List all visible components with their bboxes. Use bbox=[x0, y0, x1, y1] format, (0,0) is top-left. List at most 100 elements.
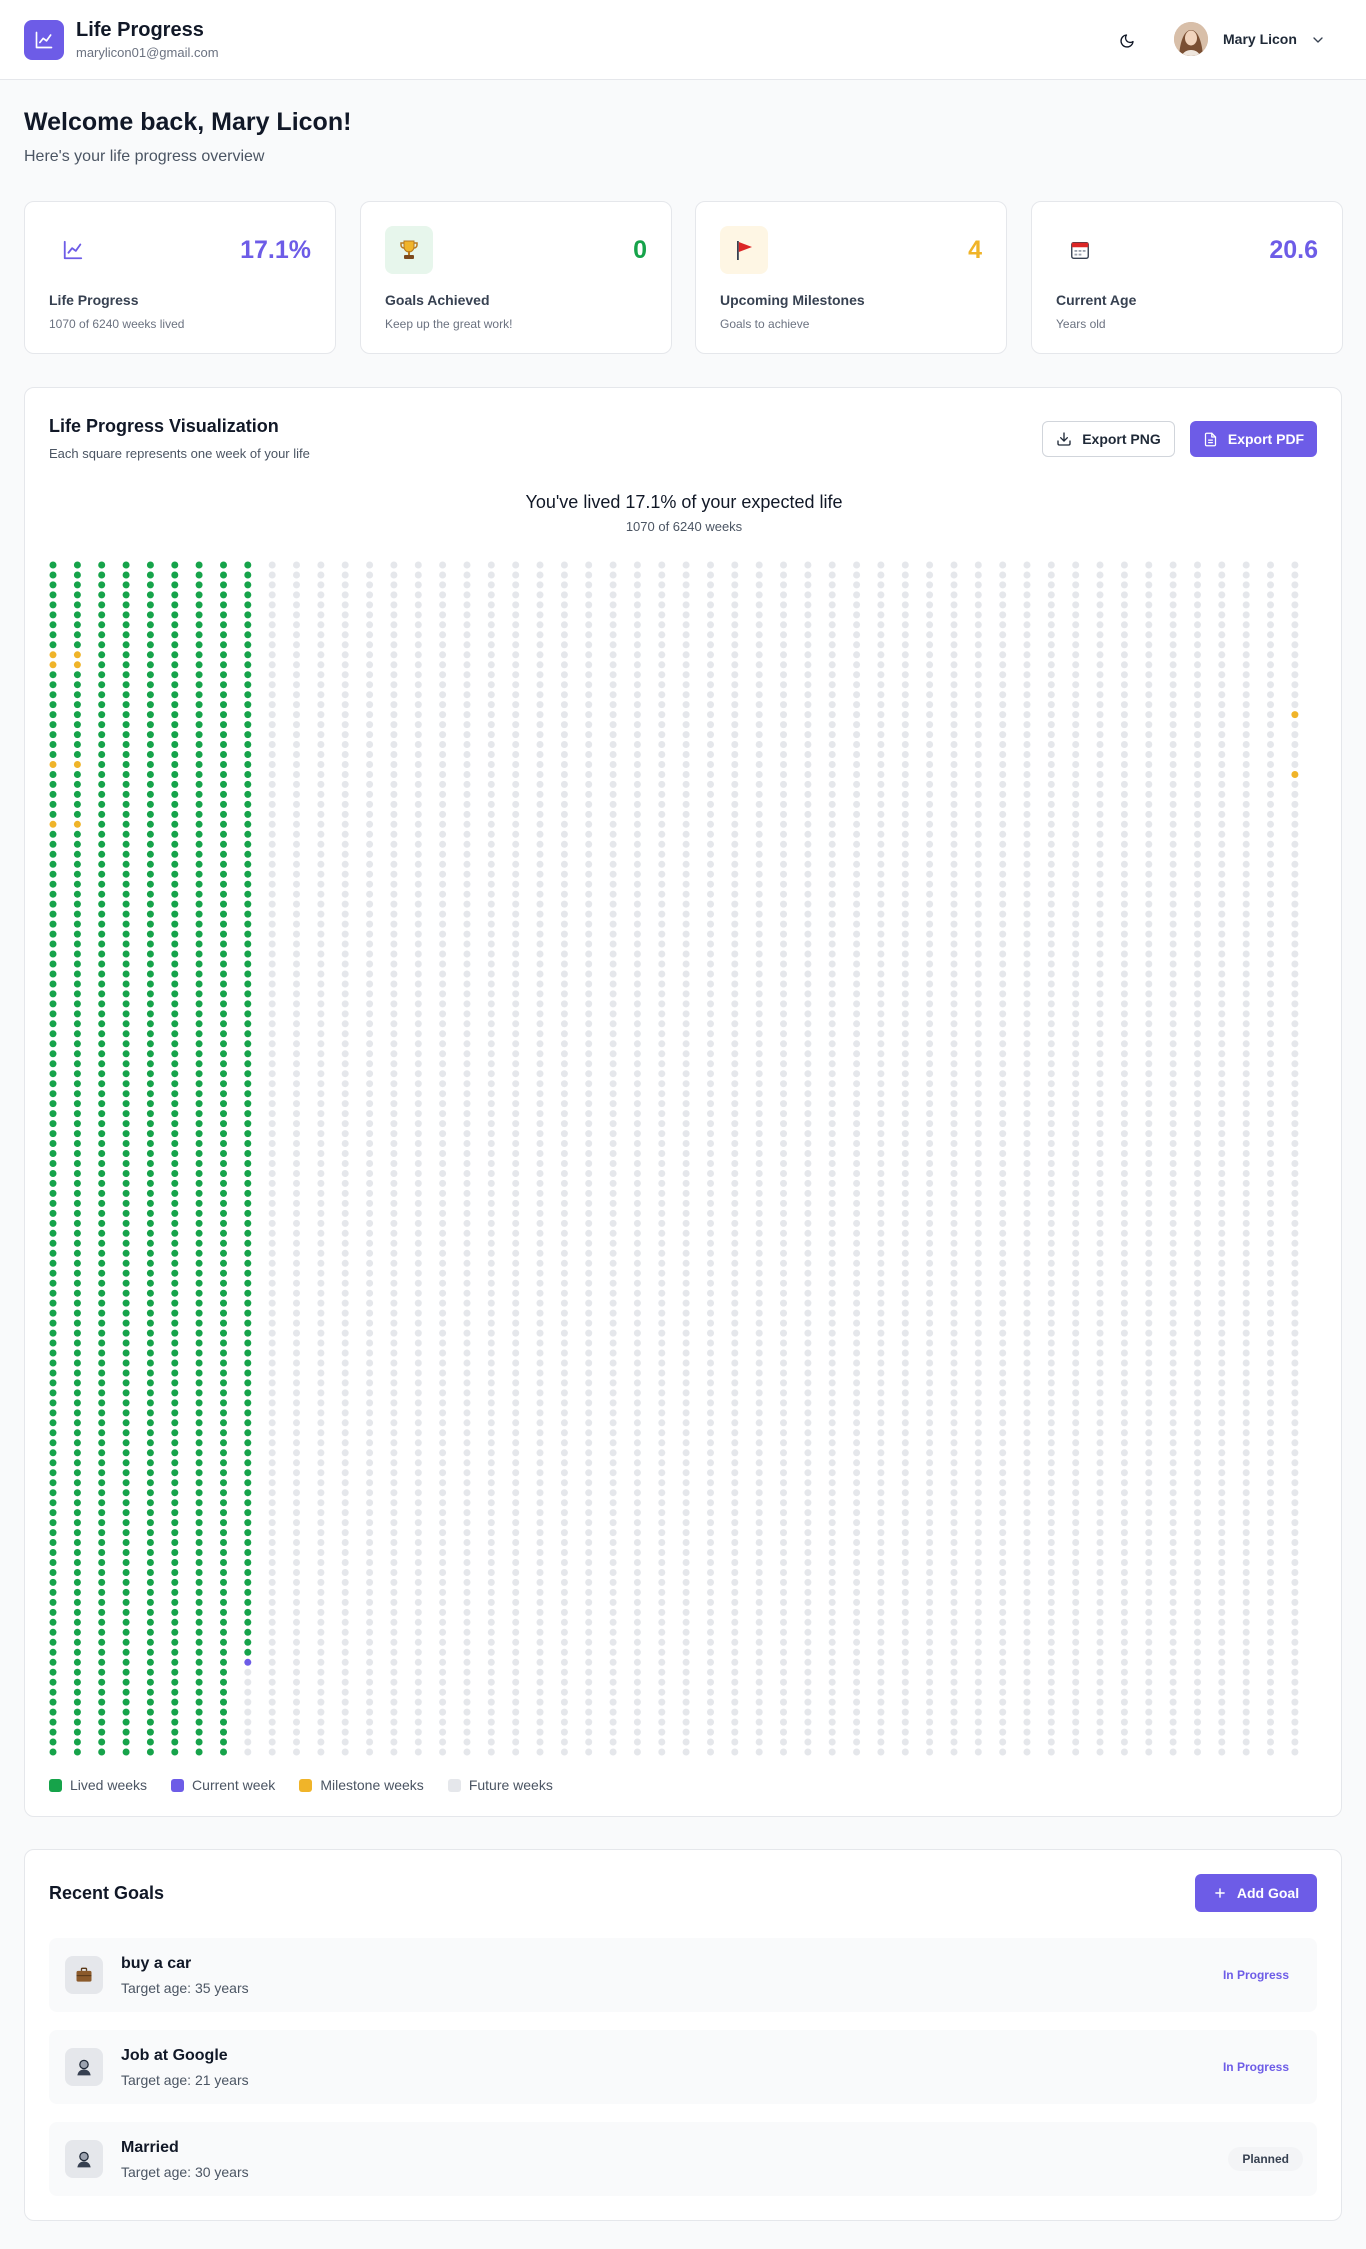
week-dot-future bbox=[682, 860, 690, 868]
week-dot-future bbox=[633, 920, 641, 928]
week-dot-future bbox=[560, 1030, 568, 1038]
week-dot-future bbox=[853, 1100, 861, 1108]
week-dot-future bbox=[439, 1100, 447, 1108]
week-dot-lived bbox=[171, 1329, 179, 1337]
week-dot-future bbox=[974, 1289, 982, 1297]
week-dot-future bbox=[755, 1698, 763, 1706]
week-dot-lived bbox=[171, 1110, 179, 1118]
week-dot-future bbox=[317, 1100, 325, 1108]
week-dot-future bbox=[780, 1429, 787, 1437]
theme-toggle-button[interactable] bbox=[1114, 28, 1140, 54]
week-dot-future bbox=[804, 1000, 812, 1008]
week-dot-future bbox=[950, 1100, 958, 1108]
week-dot-future bbox=[609, 731, 617, 739]
week-dot-lived bbox=[146, 980, 154, 988]
week-dot-future bbox=[999, 1299, 1007, 1307]
week-dot-future bbox=[414, 1020, 422, 1028]
week-dot-future bbox=[901, 1020, 909, 1028]
week-dot-lived bbox=[195, 1509, 203, 1517]
week-dot-future bbox=[390, 810, 398, 818]
week-dot-future bbox=[707, 1070, 714, 1078]
week-dot-future bbox=[341, 1040, 349, 1048]
week-dot-lived bbox=[98, 1010, 106, 1018]
week-dot-future bbox=[366, 1369, 374, 1377]
week-dot-future bbox=[439, 1439, 447, 1447]
week-dot-lived bbox=[244, 1130, 252, 1138]
week-dot-lived bbox=[220, 1569, 227, 1576]
week-dot-future bbox=[633, 1678, 641, 1686]
week-dot-future bbox=[560, 571, 568, 579]
week-dot-future bbox=[950, 1399, 958, 1407]
week-dot-future bbox=[707, 1479, 714, 1487]
week-dot-future bbox=[268, 571, 276, 579]
week-dot-future bbox=[901, 810, 909, 818]
week-dot-future bbox=[293, 970, 300, 978]
week-dot-future bbox=[390, 1698, 398, 1706]
week-dot-future bbox=[853, 810, 861, 818]
week-dot-lived bbox=[195, 1289, 203, 1297]
week-dot-future bbox=[293, 1040, 300, 1048]
week-dot-future bbox=[633, 591, 641, 599]
week-dot-future bbox=[317, 1648, 325, 1656]
week-dot-lived bbox=[171, 1479, 179, 1487]
week-dot-future bbox=[950, 1439, 958, 1447]
week-dot-future bbox=[585, 751, 593, 758]
week-dot-future bbox=[609, 1469, 617, 1477]
week-dot-future bbox=[633, 900, 641, 908]
week-dot-future bbox=[341, 1060, 349, 1068]
week-dot-future bbox=[780, 1140, 787, 1147]
week-dot-future bbox=[512, 1279, 520, 1287]
week-dot-future bbox=[804, 1688, 812, 1696]
user-menu-name[interactable]: Mary Licon bbox=[1223, 31, 1297, 47]
week-dot-lived bbox=[146, 1409, 154, 1417]
week-dot-future bbox=[463, 990, 471, 998]
week-dot-future bbox=[536, 1170, 544, 1177]
week-dot-future bbox=[463, 1339, 471, 1347]
week-dot-future bbox=[780, 571, 787, 579]
week-dot-future bbox=[901, 1399, 909, 1407]
week-dot-future bbox=[487, 1020, 495, 1028]
week-dot-future bbox=[877, 1678, 885, 1686]
week-dot-future bbox=[390, 1100, 398, 1108]
week-dot-future bbox=[560, 980, 568, 988]
week-dot-future bbox=[731, 1060, 739, 1068]
week-dot-future bbox=[658, 920, 666, 928]
week-dot-future bbox=[414, 1748, 422, 1756]
week-dot-future bbox=[390, 661, 398, 669]
week-dot-future bbox=[999, 761, 1007, 768]
week-dot-future bbox=[463, 1070, 471, 1078]
week-dot-lived bbox=[220, 1130, 227, 1138]
week-dot-future bbox=[414, 1269, 422, 1277]
week-dot-future bbox=[926, 1419, 934, 1427]
week-dot-future bbox=[755, 561, 763, 569]
week-dot-lived bbox=[220, 1588, 227, 1596]
week-dot-lived bbox=[195, 1100, 203, 1108]
week-dot-lived bbox=[244, 1638, 252, 1646]
avatar[interactable] bbox=[1174, 22, 1208, 56]
app-logo[interactable] bbox=[24, 20, 64, 60]
week-dot-future bbox=[414, 1638, 422, 1646]
week-dot-future bbox=[974, 1000, 982, 1008]
week-dot-future bbox=[633, 1559, 641, 1566]
week-dot-future bbox=[658, 691, 666, 699]
week-dot-lived bbox=[98, 1199, 106, 1207]
week-dot-future bbox=[317, 860, 325, 868]
week-dot-future bbox=[755, 890, 763, 898]
week-dot-future bbox=[366, 1060, 374, 1068]
week-dot-future bbox=[268, 1070, 276, 1078]
chevron-down-icon[interactable] bbox=[1310, 32, 1326, 48]
week-dot-future bbox=[512, 1459, 520, 1467]
week-dot-future bbox=[487, 1130, 495, 1138]
week-dot-future bbox=[633, 1369, 641, 1377]
week-dot-future bbox=[853, 1578, 861, 1586]
week-dot-future bbox=[1023, 1150, 1031, 1157]
week-dot-future bbox=[755, 1429, 763, 1437]
week-dot-lived bbox=[195, 820, 203, 828]
week-dot-future bbox=[463, 1569, 471, 1576]
week-dot-future bbox=[439, 761, 447, 768]
week-dot-future bbox=[707, 591, 714, 599]
week-dot-future bbox=[390, 701, 398, 709]
week-dot-future bbox=[585, 1010, 593, 1018]
week-dot-lived bbox=[146, 1718, 154, 1726]
week-dot-future bbox=[463, 1628, 471, 1636]
